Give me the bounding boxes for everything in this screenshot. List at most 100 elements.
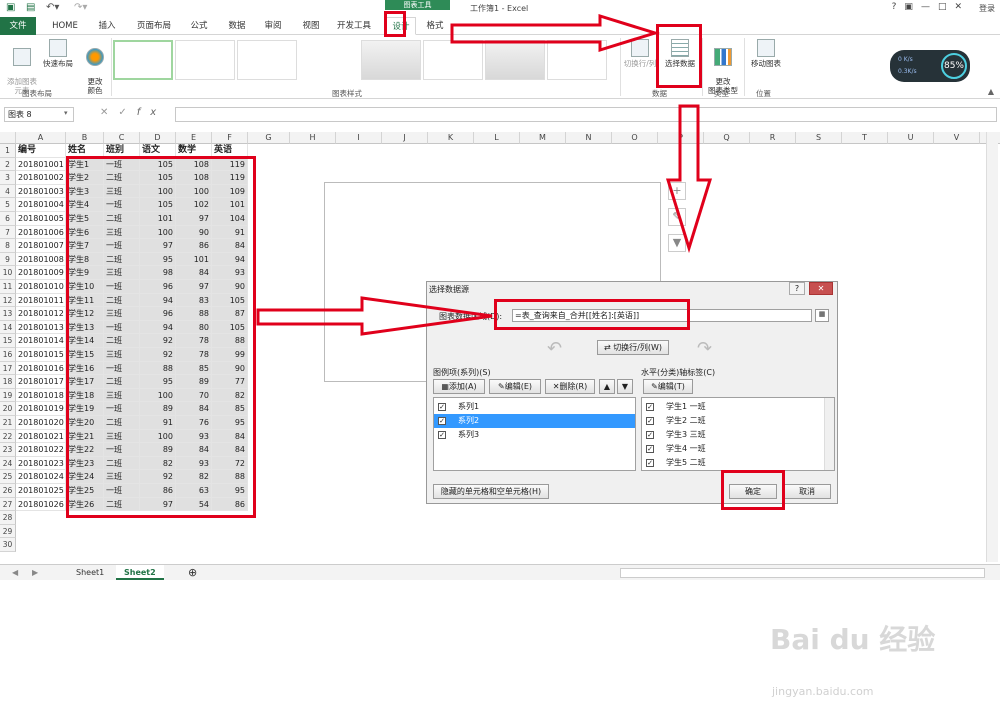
table-cell[interactable]: 201801019 [16,402,66,416]
table-cell[interactable]: 学生22 [66,443,104,457]
table-cell[interactable]: 92 [140,470,176,484]
table-cell[interactable]: 201801004 [16,198,66,212]
table-cell[interactable]: 201801011 [16,293,66,308]
table-cell[interactable]: 63 [176,484,212,498]
row-header[interactable]: 22 [0,429,16,444]
table-cell[interactable]: 201801022 [16,443,66,457]
table-cell[interactable]: 编号 [16,144,66,158]
table-cell[interactable]: 84 [212,429,248,444]
column-header[interactable]: B [66,132,104,144]
table-cell[interactable]: 学生18 [66,388,104,403]
minimize-icon[interactable]: — [921,2,938,12]
chart-styles-brush-icon[interactable]: ✎ [668,208,686,226]
table-cell[interactable]: 70 [176,388,212,403]
row-header[interactable]: 30 [0,538,16,552]
table-cell[interactable]: 95 [140,252,176,267]
chart-style-2[interactable] [175,40,235,80]
column-header[interactable]: F [212,132,248,144]
column-header[interactable]: S [796,132,842,144]
table-cell[interactable]: 101 [212,198,248,212]
table-cell[interactable]: 学生7 [66,239,104,253]
table-cell[interactable]: 108 [176,171,212,185]
table-cell[interactable]: 95 [140,375,176,389]
table-cell[interactable]: 100 [176,184,212,199]
table-cell[interactable]: 95 [212,416,248,430]
move-chart-button[interactable]: 移动图表 [746,39,786,68]
table-cell[interactable]: 201801023 [16,456,66,471]
table-cell[interactable]: 201801009 [16,266,66,280]
restore-ribbon-icon[interactable]: ▣ [904,2,921,12]
chart-style-6[interactable] [485,40,545,80]
tab-formulas[interactable]: 公式 [182,17,216,35]
table-cell[interactable]: 二班 [104,497,140,512]
row-header[interactable]: 7 [0,225,16,240]
table-cell[interactable]: 91 [212,225,248,240]
column-header[interactable]: D [140,132,176,144]
table-cell[interactable]: 学生14 [66,334,104,348]
table-cell[interactable]: 201801018 [16,388,66,403]
table-cell[interactable]: 学生12 [66,307,104,321]
hidden-empty-cells-button[interactable]: 隐藏的单元格和空单元格(H) [433,484,549,499]
ok-button[interactable]: 确定 [729,484,777,499]
table-cell[interactable]: 二班 [104,171,140,185]
row-header[interactable]: 15 [0,334,16,348]
column-header[interactable]: U [888,132,934,144]
table-cell[interactable]: 学生3 [66,184,104,199]
row-header[interactable]: 14 [0,320,16,335]
collapse-ribbon-icon[interactable]: ▲ [988,87,994,96]
table-cell[interactable]: 一班 [104,484,140,498]
table-cell[interactable]: 96 [140,280,176,294]
column-header[interactable]: N [566,132,612,144]
chart-style-7[interactable] [547,40,607,80]
tab-insert[interactable]: 插入 [90,17,124,35]
edit-series-button[interactable]: ✎编辑(E) [489,379,541,394]
row-header[interactable]: 8 [0,239,16,253]
table-cell[interactable]: 98 [140,266,176,280]
column-header[interactable]: K [428,132,474,144]
table-cell[interactable]: 数学 [176,144,212,158]
table-cell[interactable]: 201801012 [16,307,66,321]
table-cell[interactable]: 三班 [104,429,140,444]
table-cell[interactable]: 105 [140,171,176,185]
table-cell[interactable]: 学生19 [66,402,104,416]
table-cell[interactable]: 94 [212,252,248,267]
table-cell[interactable]: 94 [140,293,176,308]
table-cell[interactable]: 学生10 [66,280,104,294]
table-cell[interactable]: 90 [212,361,248,376]
table-cell[interactable]: 学生11 [66,293,104,308]
table-cell[interactable]: 89 [140,402,176,416]
table-cell[interactable]: 90 [176,225,212,240]
sheet-nav-next-icon[interactable]: ▶ [24,565,46,580]
row-header[interactable]: 24 [0,456,16,471]
table-cell[interactable]: 109 [212,184,248,199]
column-header[interactable]: M [520,132,566,144]
table-cell[interactable]: 学生8 [66,252,104,267]
change-colors-button[interactable]: 更改 颜色 [80,39,110,95]
enter-icon[interactable]: ✓ [118,107,136,118]
tab-data[interactable]: 数据 [220,17,254,35]
row-header[interactable]: 16 [0,348,16,362]
tab-page-layout[interactable]: 页面布局 [130,17,178,35]
table-cell[interactable]: 201801010 [16,280,66,294]
list-scrollbar[interactable] [824,398,834,470]
table-cell[interactable]: 82 [176,470,212,484]
table-cell[interactable]: 三班 [104,388,140,403]
sheet-nav-prev-icon[interactable]: ◀ [4,565,26,580]
checkbox-icon[interactable]: ✓ [438,416,446,425]
row-header[interactable]: 29 [0,524,16,539]
table-cell[interactable]: 76 [176,416,212,430]
table-cell[interactable]: 119 [212,157,248,172]
table-cell[interactable]: 99 [212,348,248,362]
table-cell[interactable]: 101 [140,212,176,226]
tab-view[interactable]: 视图 [294,17,328,35]
table-cell[interactable]: 80 [176,320,212,335]
table-cell[interactable]: 201801002 [16,171,66,185]
move-up-icon[interactable]: ▲ [599,379,615,394]
table-cell[interactable]: 三班 [104,470,140,484]
table-cell[interactable]: 二班 [104,416,140,430]
quick-layout-button[interactable]: 快速布局 [40,39,76,68]
table-cell[interactable]: 54 [176,497,212,512]
help-icon[interactable]: ? [892,2,905,12]
table-cell[interactable]: 二班 [104,456,140,471]
table-cell[interactable]: 105 [140,157,176,172]
